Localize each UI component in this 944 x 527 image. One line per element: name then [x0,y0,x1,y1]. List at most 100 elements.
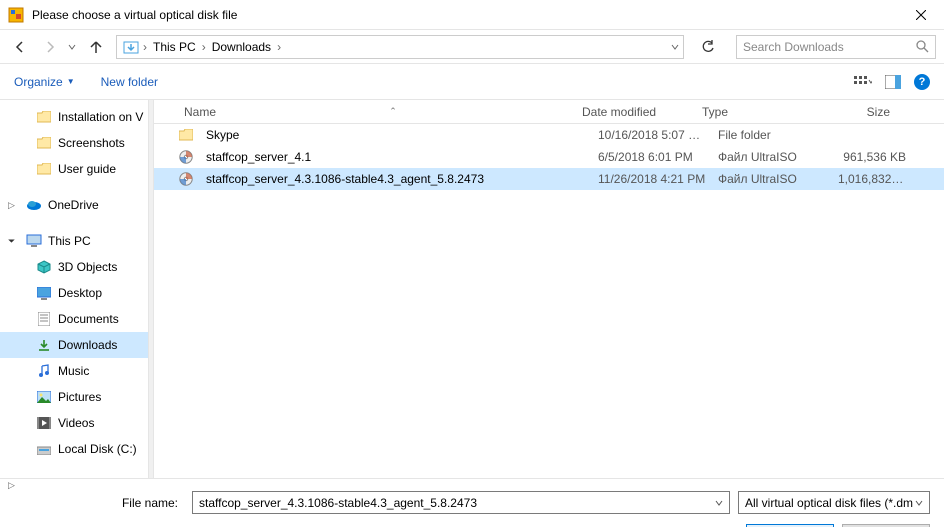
body-area: Installation on V Screenshots User guide… [0,100,944,478]
new-folder-button[interactable]: New folder [101,75,158,89]
file-size: 961,536 KB [832,150,912,164]
tree-label: This PC [48,234,91,248]
address-bar[interactable]: › This PC › Downloads › [116,35,684,59]
file-type-filter[interactable]: All virtual optical disk files (*.dm [738,491,930,514]
music-icon [36,363,52,379]
history-dropdown[interactable] [68,43,78,51]
desktop-icon [36,285,52,301]
file-size: 1,016,832 KB [832,172,912,186]
window-title: Please choose a virtual optical disk fil… [32,8,898,22]
tree-label: Local Disk (C:) [58,442,137,456]
breadcrumb-downloads[interactable]: Downloads [208,40,275,54]
folder-icon [36,135,52,151]
disk-icon [36,441,52,457]
tree-label: Videos [58,416,94,430]
tree-item-network[interactable]: ▷ Network [0,472,148,478]
column-header-date[interactable]: Date modified [576,105,696,119]
tree-label: Desktop [58,286,102,300]
navigation-tree[interactable]: Installation on V Screenshots User guide… [0,100,148,478]
tree-item-onedrive[interactable]: ▷ OneDrive [0,192,148,218]
collapse-icon[interactable]: ⏷ [8,236,15,247]
tree-label: Music [58,364,89,378]
chevron-right-icon[interactable]: › [141,40,149,54]
back-button[interactable] [8,35,32,59]
tree-item-pictures[interactable]: Pictures [0,384,148,410]
downloads-location-icon [121,37,141,57]
onedrive-icon [26,197,42,213]
file-date: 11/26/2018 4:21 PM [592,172,712,186]
thispc-icon [26,233,42,249]
tree-item-documents[interactable]: Documents [0,306,148,332]
tree-label: 3D Objects [58,260,117,274]
column-headers: Name⌃ Date modified Type Size [154,100,944,124]
tree-item-screenshots[interactable]: Screenshots [0,130,148,156]
sort-indicator-icon: ⌃ [216,106,570,117]
tree-label: Documents [58,312,119,326]
tree-item-thispc[interactable]: ⏷ This PC [0,228,148,254]
tree-item-music[interactable]: Music [0,358,148,384]
new-folder-label: New folder [101,75,158,89]
organize-menu[interactable]: Organize ▼ [14,75,75,89]
tree-label: Pictures [58,390,101,404]
file-name: staffcop_server_4.1 [200,150,592,164]
chevron-down-icon [915,499,923,507]
tree-item-3dobjects[interactable]: 3D Objects [0,254,148,280]
disc-icon [178,171,194,187]
tree-label: Downloads [58,338,117,352]
expand-icon[interactable]: ▷ [8,200,15,211]
network-icon [26,477,42,478]
file-name: Skype [200,128,592,142]
tree-label: Screenshots [58,136,125,150]
organize-label: Organize [14,75,63,89]
toolbar: Organize ▼ New folder ? [0,64,944,100]
close-button[interactable] [898,0,944,30]
search-input[interactable] [743,40,916,54]
file-name: staffcop_server_4.3.1086-stable4.3_agent… [200,172,592,186]
file-row[interactable]: Skype10/16/2018 5:07 PMFile folder [154,124,944,146]
column-header-size[interactable]: Size [816,105,896,119]
filename-input[interactable] [199,496,709,510]
file-type: Файл UltraISO [712,172,832,186]
app-icon [8,7,24,23]
up-button[interactable] [84,35,108,59]
chevron-down-icon: ▼ [67,77,75,86]
file-rows[interactable]: Skype10/16/2018 5:07 PMFile folderstaffc… [154,124,944,478]
footer: File name: All virtual optical disk file… [0,478,944,527]
file-type: File folder [712,128,832,142]
folder-icon [178,127,194,143]
tree-label: OneDrive [48,198,99,212]
tree-item-localdisk[interactable]: Local Disk (C:) [0,436,148,462]
file-date: 6/5/2018 6:01 PM [592,150,712,164]
documents-icon [36,311,52,327]
folder-icon [36,109,52,125]
pictures-icon [36,389,52,405]
tree-item-desktop[interactable]: Desktop [0,280,148,306]
column-header-type[interactable]: Type [696,105,816,119]
search-box[interactable] [736,35,936,59]
tree-label: Installation on V [58,110,143,124]
file-row[interactable]: staffcop_server_4.3.1086-stable4.3_agent… [154,168,944,190]
col-name-label: Name [184,105,216,119]
forward-button[interactable] [38,35,62,59]
file-row[interactable]: staffcop_server_4.16/5/2018 6:01 PMФайл … [154,146,944,168]
help-button[interactable]: ? [914,74,930,90]
3dobjects-icon [36,259,52,275]
breadcrumb-thispc[interactable]: This PC [149,40,200,54]
tree-label: User guide [58,162,116,176]
filename-combobox[interactable] [192,491,730,514]
tree-item-downloads[interactable]: Downloads [0,332,148,358]
chevron-right-icon[interactable]: › [275,40,283,54]
chevron-down-icon[interactable] [709,499,723,507]
search-icon[interactable] [916,40,929,53]
column-header-name[interactable]: Name⌃ [178,105,576,119]
filter-label: All virtual optical disk files (*.dm [745,496,913,510]
address-dropdown[interactable] [671,43,679,51]
refresh-button[interactable] [696,35,720,59]
tree-item-userguide[interactable]: User guide [0,156,148,182]
tree-item-videos[interactable]: Videos [0,410,148,436]
tree-item-installation[interactable]: Installation on V [0,104,148,130]
chevron-right-icon[interactable]: › [200,40,208,54]
downloads-icon [36,337,52,353]
view-options-button[interactable] [852,71,874,93]
preview-pane-button[interactable] [882,71,904,93]
